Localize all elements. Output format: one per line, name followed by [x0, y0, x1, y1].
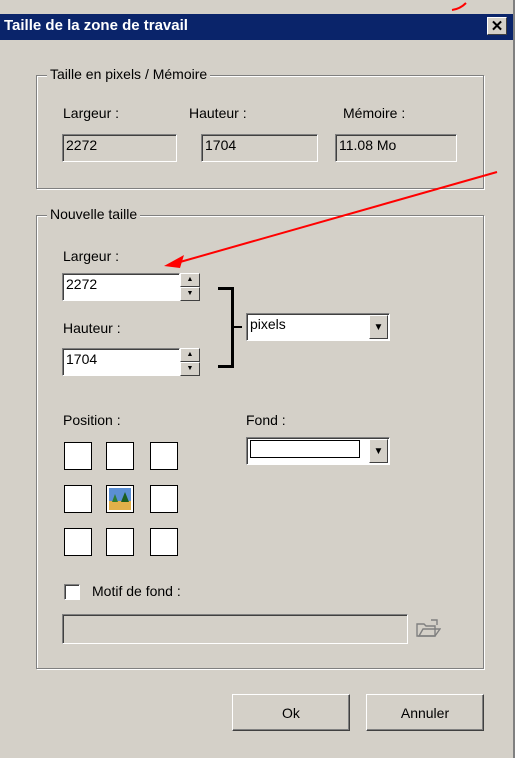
annotation-overlay — [164, 2, 498, 268]
annotation-curve — [451, 2, 467, 11]
annotation-arrow-line — [179, 171, 498, 263]
annotation-arrow-head — [164, 255, 184, 268]
